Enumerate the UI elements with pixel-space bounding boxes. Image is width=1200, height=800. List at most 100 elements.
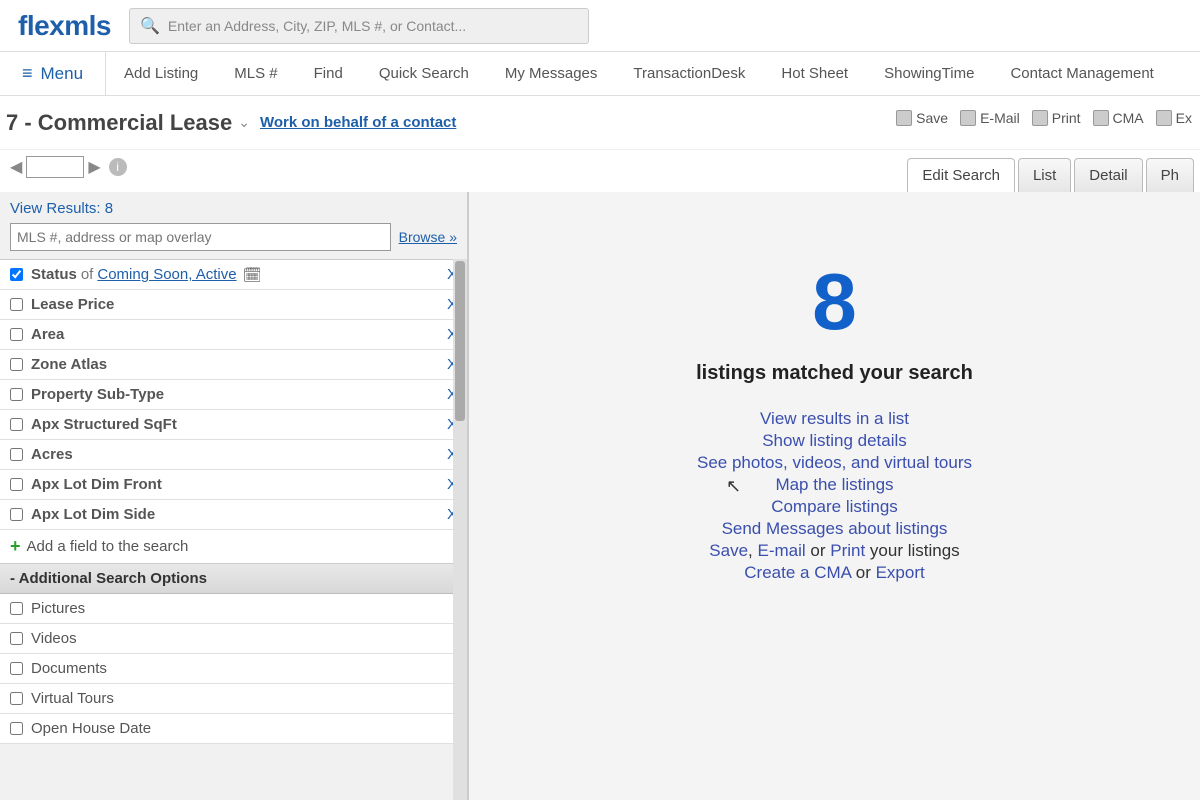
results-link-line: Map the listings xyxy=(697,475,972,495)
browse-link[interactable]: Browse » xyxy=(399,229,457,245)
nav-item-quick-search[interactable]: Quick Search xyxy=(361,52,487,96)
results-link[interactable]: Compare listings xyxy=(771,497,898,516)
field-label: Apx Lot Dim Front xyxy=(31,476,162,493)
results-link[interactable]: Show listing details xyxy=(762,431,907,450)
field-checkbox[interactable] xyxy=(10,602,23,615)
nav-item-mls-[interactable]: MLS # xyxy=(216,52,295,96)
field-checkbox[interactable] xyxy=(10,632,23,645)
field-checkbox[interactable] xyxy=(10,508,23,521)
hamburger-icon: ≡ xyxy=(22,63,33,84)
fields-scroll-area: Status of Coming Soon, Active 🗓 X Lease … xyxy=(0,259,467,800)
filter-bar: Browse » xyxy=(0,223,467,259)
record-number-input[interactable] xyxy=(26,156,84,178)
results-link[interactable]: Create a CMA xyxy=(744,563,851,582)
results-link[interactable]: E-mail xyxy=(758,541,806,560)
email-label: E-Mail xyxy=(980,110,1020,126)
field-checkbox[interactable] xyxy=(10,692,23,705)
aso-field-row: Documents xyxy=(0,654,467,684)
additional-search-options-header[interactable]: - Additional Search Options xyxy=(0,564,467,594)
nav-item-find[interactable]: Find xyxy=(296,52,361,96)
page-title[interactable]: 7 - Commercial Lease xyxy=(6,110,232,136)
results-link[interactable]: See photos, videos, and virtual tours xyxy=(697,453,972,472)
tab-detail[interactable]: Detail xyxy=(1074,158,1142,192)
tab-list[interactable]: List xyxy=(1018,158,1071,192)
results-link[interactable]: Send Messages about listings xyxy=(722,519,948,538)
results-matched-text: listings matched your search xyxy=(696,362,973,385)
results-link[interactable]: Print xyxy=(830,541,865,560)
search-fields: Status of Coming Soon, Active 🗓 X Lease … xyxy=(0,259,467,744)
nav-item-hot-sheet[interactable]: Hot Sheet xyxy=(763,52,866,96)
results-summary-panel: 8 listings matched your search View resu… xyxy=(468,192,1200,800)
prev-record-icon[interactable]: ◀ xyxy=(10,157,22,177)
field-checkbox[interactable] xyxy=(10,448,23,461)
results-action-links: View results in a list Show listing detai… xyxy=(697,409,972,583)
status-value-link[interactable]: Coming Soon, Active xyxy=(97,266,236,283)
results-link[interactable]: Save xyxy=(709,541,748,560)
aso-field-row: Open House Date xyxy=(0,714,467,744)
field-row: Property Sub-TypeX xyxy=(0,380,467,410)
field-row: Lease PriceX xyxy=(0,290,467,320)
field-label: Property Sub-Type xyxy=(31,386,164,403)
field-label: Documents xyxy=(31,660,107,677)
top-bar: flexmls 🔍 Enter an Address, City, ZIP, M… xyxy=(0,0,1200,52)
global-search-input[interactable]: 🔍 Enter an Address, City, ZIP, MLS #, or… xyxy=(129,8,589,44)
page-actions: Save E-Mail Print CMA Ex xyxy=(896,110,1192,126)
work-on-behalf-link[interactable]: Work on behalf of a contact xyxy=(260,114,456,131)
email-action[interactable]: E-Mail xyxy=(960,110,1020,126)
field-row: Apx Lot Dim FrontX xyxy=(0,470,467,500)
status-of: of xyxy=(81,266,94,283)
field-checkbox[interactable] xyxy=(10,358,23,371)
left-scrollbar[interactable] xyxy=(453,259,467,800)
tab-edit-search[interactable]: Edit Search xyxy=(907,158,1015,192)
results-text: , xyxy=(748,541,757,560)
info-icon[interactable]: i xyxy=(109,158,127,176)
field-checkbox[interactable] xyxy=(10,722,23,735)
cma-action[interactable]: CMA xyxy=(1093,110,1144,126)
menu-label: Menu xyxy=(41,64,84,84)
search-icon: 🔍 xyxy=(140,16,160,36)
results-text: your listings xyxy=(865,541,959,560)
print-action[interactable]: Print xyxy=(1032,110,1081,126)
field-row: Zone AtlasX xyxy=(0,350,467,380)
mls-filter-input[interactable] xyxy=(10,223,391,251)
nav-item-add-listing[interactable]: Add Listing xyxy=(106,52,216,96)
email-icon xyxy=(960,110,976,126)
results-text: or xyxy=(851,563,876,582)
tabs-row: ◀ ▶ i Edit SearchListDetailPh xyxy=(0,150,1200,192)
field-checkbox[interactable] xyxy=(10,328,23,341)
chevron-down-icon[interactable]: ⌄ xyxy=(238,114,250,131)
plus-icon: + xyxy=(10,536,21,557)
field-label: Acres xyxy=(31,446,73,463)
aso-field-row: Videos xyxy=(0,624,467,654)
nav-item-transactiondesk[interactable]: TransactionDesk xyxy=(615,52,763,96)
results-link[interactable]: View results in a list xyxy=(760,409,909,428)
add-field-button[interactable]: + Add a field to the search xyxy=(0,530,467,564)
results-link[interactable]: Export xyxy=(876,563,925,582)
logo: flexmls xyxy=(18,10,111,42)
nav-item-showingtime[interactable]: ShowingTime xyxy=(866,52,992,96)
nav-item-contact-management[interactable]: Contact Management xyxy=(992,52,1171,96)
nav-item-my-messages[interactable]: My Messages xyxy=(487,52,616,96)
view-results-link[interactable]: View Results: 8 xyxy=(0,192,467,223)
menu-button[interactable]: ≡ Menu xyxy=(0,52,106,95)
field-row: AreaX xyxy=(0,320,467,350)
field-checkbox[interactable] xyxy=(10,478,23,491)
next-record-icon[interactable]: ▶ xyxy=(88,157,100,177)
record-pager: ◀ ▶ i xyxy=(10,156,127,178)
nav-bar: ≡ Menu Add ListingMLS #FindQuick SearchM… xyxy=(0,52,1200,96)
field-label: Apx Structured SqFt xyxy=(31,416,177,433)
export-icon xyxy=(1156,110,1172,126)
results-link[interactable]: Map the listings xyxy=(775,475,893,494)
field-checkbox[interactable] xyxy=(10,298,23,311)
status-checkbox[interactable] xyxy=(10,268,23,281)
scrollbar-thumb[interactable] xyxy=(455,261,465,421)
export-action[interactable]: Ex xyxy=(1156,110,1192,126)
field-checkbox[interactable] xyxy=(10,418,23,431)
field-checkbox[interactable] xyxy=(10,662,23,675)
save-action[interactable]: Save xyxy=(896,110,948,126)
calendar-icon[interactable]: 🗓 xyxy=(243,266,262,284)
field-label: Open House Date xyxy=(31,720,151,737)
tab-ph[interactable]: Ph xyxy=(1146,158,1194,192)
field-checkbox[interactable] xyxy=(10,388,23,401)
view-tabs: Edit SearchListDetailPh xyxy=(904,158,1194,192)
